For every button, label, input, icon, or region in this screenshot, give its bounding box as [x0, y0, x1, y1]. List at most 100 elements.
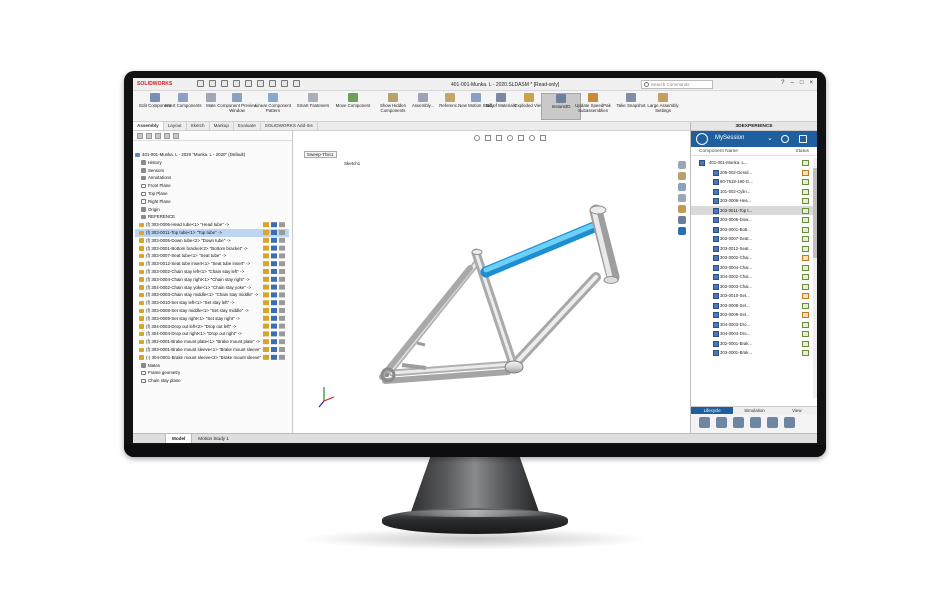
feature-tree-icon[interactable] [137, 133, 143, 139]
search-commands-input[interactable]: Search Commands [641, 80, 713, 89]
property-manager-icon[interactable] [146, 133, 152, 139]
cmd-move-component[interactable]: Move Component [333, 93, 373, 108]
minimize-icon[interactable]: – [791, 80, 794, 86]
library-icon[interactable] [271, 308, 277, 313]
dimxpert-icon[interactable] [164, 133, 170, 139]
component-row[interactable]: 303-0009-Set... [691, 310, 817, 320]
search-icon[interactable] [781, 135, 789, 143]
lock-icon[interactable] [263, 300, 269, 306]
tab-evaluate[interactable]: Evaluate [234, 122, 261, 130]
library-icon[interactable] [271, 347, 277, 352]
display-manager-icon[interactable] [173, 133, 179, 139]
maturity-icon[interactable] [767, 417, 778, 428]
external-ref-icon[interactable] [279, 245, 285, 251]
cmd-linear-component-pattern[interactable]: Linear Component Pattern [253, 93, 293, 113]
home-icon[interactable] [678, 161, 686, 169]
seat-stay-right[interactable] [379, 265, 473, 380]
lock-icon[interactable] [263, 276, 269, 282]
custom-properties-icon[interactable] [678, 216, 686, 224]
lock-icon[interactable] [263, 269, 269, 274]
external-ref-icon[interactable] [279, 261, 285, 267]
component-row[interactable]: 303-0002-Chai... [691, 253, 817, 263]
appearances-icon[interactable] [678, 205, 686, 213]
component-row[interactable]: 303-0006-Hea... [691, 196, 817, 206]
3dexperience-icon[interactable] [678, 227, 686, 235]
compass-icon[interactable] [696, 133, 708, 145]
lock-icon[interactable] [263, 323, 269, 329]
component-row[interactable]: 303-0011-Top t... [691, 205, 817, 215]
tab-markup[interactable]: Markup [210, 122, 234, 130]
library-icon[interactable] [271, 261, 277, 267]
bottom-tab-model[interactable]: Model [165, 434, 193, 443]
tab-sketch[interactable]: Sketch [187, 122, 210, 130]
library-icon[interactable] [271, 354, 277, 360]
lock-icon[interactable] [263, 222, 269, 228]
save-to-platform-icon[interactable] [699, 417, 710, 428]
maximize-icon[interactable]: □ [800, 80, 804, 86]
component-row[interactable]: 90-7518-190-G... [691, 177, 817, 187]
library-icon[interactable] [271, 230, 277, 235]
select-icon[interactable] [269, 80, 276, 87]
external-ref-icon[interactable] [279, 308, 285, 313]
component-row[interactable]: 303-0001-Bott... [691, 225, 817, 235]
tab-assembly[interactable]: Assembly [133, 122, 164, 130]
external-ref-icon[interactable] [279, 230, 285, 235]
collaborate-icon[interactable] [784, 417, 795, 428]
lock-icon[interactable] [263, 308, 269, 313]
lock-icon[interactable] [263, 347, 269, 352]
library-icon[interactable] [271, 253, 277, 259]
component-row[interactable]: 303-0005-Dow... [691, 215, 817, 225]
component-row[interactable]: 101-002-Cylin... [691, 187, 817, 197]
file-explorer-icon[interactable] [678, 183, 686, 191]
component-row[interactable]: 303-0001-Brak... [691, 348, 817, 358]
library-icon[interactable] [271, 284, 277, 290]
chevron-down-icon[interactable]: ⌄ [767, 134, 773, 142]
component-row[interactable]: 304-0004-Dro... [691, 329, 817, 339]
component-row[interactable]: 302-0001-Brak... [691, 339, 817, 349]
external-ref-icon[interactable] [279, 253, 285, 259]
save-icon[interactable] [233, 80, 240, 87]
tab-solidworks-add-ins[interactable]: SOLIDWORKS Add-Ins [261, 122, 318, 130]
external-ref-icon[interactable] [279, 237, 285, 243]
cmd-large-assembly-settings[interactable]: Large Assembly Settings [643, 93, 683, 113]
external-ref-icon[interactable] [279, 354, 285, 360]
config-manager-icon[interactable] [155, 133, 161, 139]
library-icon[interactable] [271, 300, 277, 306]
close-icon[interactable]: × [809, 80, 813, 86]
library-icon[interactable] [271, 292, 277, 298]
library-icon[interactable] [271, 269, 277, 274]
reserve-icon[interactable] [716, 417, 727, 428]
lock-icon[interactable] [733, 417, 744, 428]
footer-tab-simulation[interactable]: Simulation [733, 407, 775, 414]
lock-icon[interactable] [263, 292, 269, 298]
col-status[interactable]: Status [795, 147, 809, 155]
revision-icon[interactable] [750, 417, 761, 428]
undo-icon[interactable] [257, 80, 264, 87]
component-row[interactable]: 303-0007-Seat... [691, 234, 817, 244]
graphics-area[interactable]: Sweep-Thin1 Sketch1 [294, 131, 690, 433]
footer-tab-view[interactable]: View [776, 407, 817, 414]
seat-stay-bridge[interactable] [416, 341, 426, 347]
bike-frame-model[interactable] [294, 131, 690, 433]
external-ref-icon[interactable] [279, 284, 285, 290]
lock-icon[interactable] [263, 284, 269, 290]
external-ref-icon[interactable] [279, 315, 285, 321]
view-palette-icon[interactable] [678, 194, 686, 202]
app-logo[interactable]: SOLIDWORKS [137, 81, 172, 87]
component-row[interactable]: 205-002-Derail... [691, 168, 817, 178]
new-icon[interactable] [209, 80, 216, 87]
home-icon[interactable] [197, 80, 204, 87]
component-row[interactable]: 304-0002-Chai... [691, 272, 817, 282]
lock-icon[interactable] [263, 261, 269, 267]
print-icon[interactable] [245, 80, 252, 87]
lock-icon[interactable] [263, 245, 269, 251]
open-icon[interactable] [221, 80, 228, 87]
external-ref-icon[interactable] [279, 331, 285, 337]
library-icon[interactable] [271, 245, 277, 251]
lock-icon[interactable] [263, 237, 269, 243]
component-row[interactable]: 303-0003-Chai... [691, 282, 817, 292]
lock-icon[interactable] [263, 331, 269, 337]
external-ref-icon[interactable] [279, 222, 285, 228]
external-ref-icon[interactable] [279, 339, 285, 345]
scrollbar[interactable] [813, 158, 817, 398]
